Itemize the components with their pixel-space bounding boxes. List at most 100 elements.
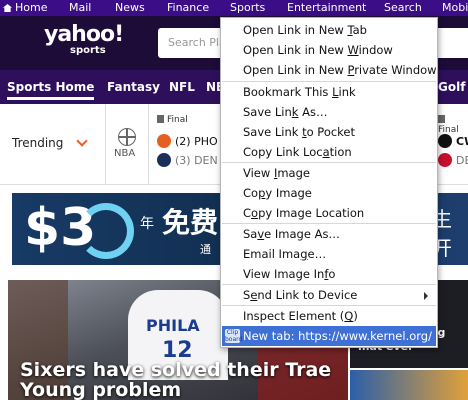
game1-team1-label: (2) PHO xyxy=(175,135,218,148)
suns-logo-icon xyxy=(157,134,171,148)
menu-save-link-as-label-pre: Save Lin xyxy=(243,105,292,119)
menu-view-image-info-label-post: o xyxy=(328,267,336,281)
game1-team1[interactable]: (2) PHO xyxy=(157,134,218,148)
menu-open-new-window-label-pre: Open Link in New xyxy=(243,43,348,57)
ad-text-1: 年 xyxy=(140,216,154,232)
menu-send-link-to-device[interactable]: Send Link to Device xyxy=(222,285,436,305)
menu-email-image[interactable]: Email Image… xyxy=(222,244,436,264)
menu-inspect-element-label-pre: Inspect Element ( xyxy=(243,309,345,323)
menu-inspect-element-label-post: ) xyxy=(353,309,358,323)
nav-finance[interactable]: Finance xyxy=(167,0,209,16)
menu-copy-image-label-post: y Image xyxy=(265,186,312,200)
menu-save-image-as-label-pre: Sa xyxy=(243,227,258,241)
search-placeholder: Search Pla xyxy=(168,36,226,49)
game-status: Final xyxy=(157,115,188,125)
league-selector[interactable]: NBA xyxy=(106,104,149,184)
menu-open-new-window[interactable]: Open Link in New Window xyxy=(222,40,436,60)
game1-team2[interactable]: (3) DEN xyxy=(157,153,218,167)
nav-mobile[interactable]: Mobi xyxy=(442,0,468,16)
menu-send-link-label-post: nd Link to Device xyxy=(257,288,358,302)
nav-home-label: Home xyxy=(15,1,48,14)
menu-save-link-pocket-label-pre: Save Link xyxy=(243,125,303,139)
flag-icon xyxy=(157,115,164,123)
sports-nav-golf[interactable]: Golf xyxy=(438,70,465,104)
menu-open-new-window-accesskey: W xyxy=(347,43,359,57)
menu-copy-image[interactable]: Copy Image xyxy=(222,183,436,203)
menu-open-new-tab[interactable]: Open Link in New Tab xyxy=(222,20,436,40)
menu-copy-image-location-label-post: py Image Location xyxy=(258,206,365,220)
yahoo-sports-logo[interactable]: yahoo! xyxy=(44,24,124,46)
logo-subtitle: sports xyxy=(70,45,106,56)
chevron-down-icon xyxy=(76,135,88,147)
menu-new-tab-kernel[interactable]: Clip board New tab: https://www.kernel.o… xyxy=(222,326,436,346)
menu-email-image-label-pre: Email Ima xyxy=(243,247,301,261)
submenu-arrow-icon xyxy=(424,292,428,300)
menu-copy-link-location-label-pre: Copy Link Loc xyxy=(243,145,323,159)
home-icon xyxy=(3,4,12,12)
menu-copy-link-location-label-post: tion xyxy=(329,145,352,159)
menu-save-link-as-label-post: As… xyxy=(298,105,328,119)
nav-mail[interactable]: Mail xyxy=(69,0,91,16)
menu-new-tab-kernel-label: New tab: https://www.kernel.org/ xyxy=(243,329,432,343)
hero-headline[interactable]: Sixers have solved their Trae Young prob… xyxy=(20,360,340,400)
sports-nav-nfl[interactable]: NFL xyxy=(169,70,195,104)
top-nav-bar: Home Mail News Finance Sports Entertainm… xyxy=(0,0,468,16)
menu-open-private-window-label-pre: Open Link in New xyxy=(243,63,348,77)
menu-open-new-tab-label-pre: Open Link in New xyxy=(243,23,348,37)
context-menu: Open Link in New Tab Open Link in New Wi… xyxy=(220,17,438,348)
ad-small-text: 通 xyxy=(200,243,211,256)
menu-inspect-element[interactable]: Inspect Element (Q) xyxy=(222,306,436,326)
game2-team1[interactable]: CW xyxy=(438,134,468,148)
menu-view-image-info[interactable]: View Image Info xyxy=(222,264,436,284)
menu-inspect-element-accesskey: Q xyxy=(344,309,354,323)
menu-open-private-window-label-post: rivate Window xyxy=(354,63,437,77)
basketball-icon xyxy=(118,128,136,146)
nav-entertainment[interactable]: Entertainment xyxy=(287,0,366,16)
sports-nav-home[interactable]: Sports Home xyxy=(7,70,95,104)
flag-icon xyxy=(438,115,445,123)
jersey-text: PHILA xyxy=(146,316,200,335)
ad-text-2: 免费 xyxy=(162,206,219,239)
nav-search[interactable]: Search xyxy=(384,0,422,16)
game2-team2-label: DEN xyxy=(456,154,468,167)
ad-ring-graphic xyxy=(78,203,134,259)
nuggets-logo-icon xyxy=(157,153,171,167)
game2-team1-label: CW xyxy=(456,135,468,148)
menu-email-image-accesskey: g xyxy=(300,247,308,261)
game1-status-label: Final xyxy=(167,115,188,125)
menu-view-image[interactable]: View Image xyxy=(222,163,436,183)
nav-news[interactable]: News xyxy=(115,0,145,16)
nav-sports[interactable]: Sports xyxy=(230,0,265,16)
sox-logo-icon xyxy=(438,134,452,148)
trending-label: Trending xyxy=(12,136,64,150)
side-story-image[interactable] xyxy=(350,370,468,400)
game1-team2-label: (3) DEN xyxy=(175,154,218,167)
menu-copy-link-location[interactable]: Copy Link Location xyxy=(222,142,436,162)
menu-bookmark-link[interactable]: Bookmark This Link xyxy=(222,82,436,102)
menu-open-private-window[interactable]: Open Link in New Private Window xyxy=(222,60,437,80)
menu-save-image-as-label-post: e Image As… xyxy=(264,227,340,241)
menu-copy-image-location[interactable]: Copy Image Location xyxy=(222,203,436,223)
menu-email-image-label-post: e… xyxy=(307,247,327,261)
menu-save-link-pocket-label-post: o Pocket xyxy=(306,125,356,139)
menu-open-new-tab-label-post: ab xyxy=(352,23,367,37)
nav-home[interactable]: Home xyxy=(3,0,47,16)
menu-view-image-label-post: mage xyxy=(277,166,310,180)
sports-nav-fantasy[interactable]: Fantasy xyxy=(107,70,160,104)
menu-copy-image-location-label-pre: C xyxy=(243,206,252,220)
trending-dropdown[interactable]: Trending xyxy=(0,104,106,184)
menu-save-image-as[interactable]: Save Image As… xyxy=(222,224,436,244)
game2-status: Final xyxy=(438,115,468,135)
menu-copy-image-label-pre: Co xyxy=(243,186,259,200)
menu-open-new-window-label-post: indow xyxy=(358,43,393,57)
menu-view-image-label-pre: View xyxy=(243,166,274,180)
menu-save-link-as[interactable]: Save Link As… xyxy=(222,102,436,122)
menu-bookmark-link-label-post: ink xyxy=(338,85,356,99)
league-label: NBA xyxy=(114,148,136,159)
menu-bookmark-link-label-pre: Bookmark This xyxy=(243,85,333,99)
menu-view-image-info-label-pre: View Image In xyxy=(243,267,325,281)
menu-save-link-pocket[interactable]: Save Link to Pocket xyxy=(222,122,436,142)
team-logo-icon xyxy=(438,153,452,167)
clipboard-icon: Clip board xyxy=(225,329,243,343)
game2-team2[interactable]: DEN xyxy=(438,153,468,167)
